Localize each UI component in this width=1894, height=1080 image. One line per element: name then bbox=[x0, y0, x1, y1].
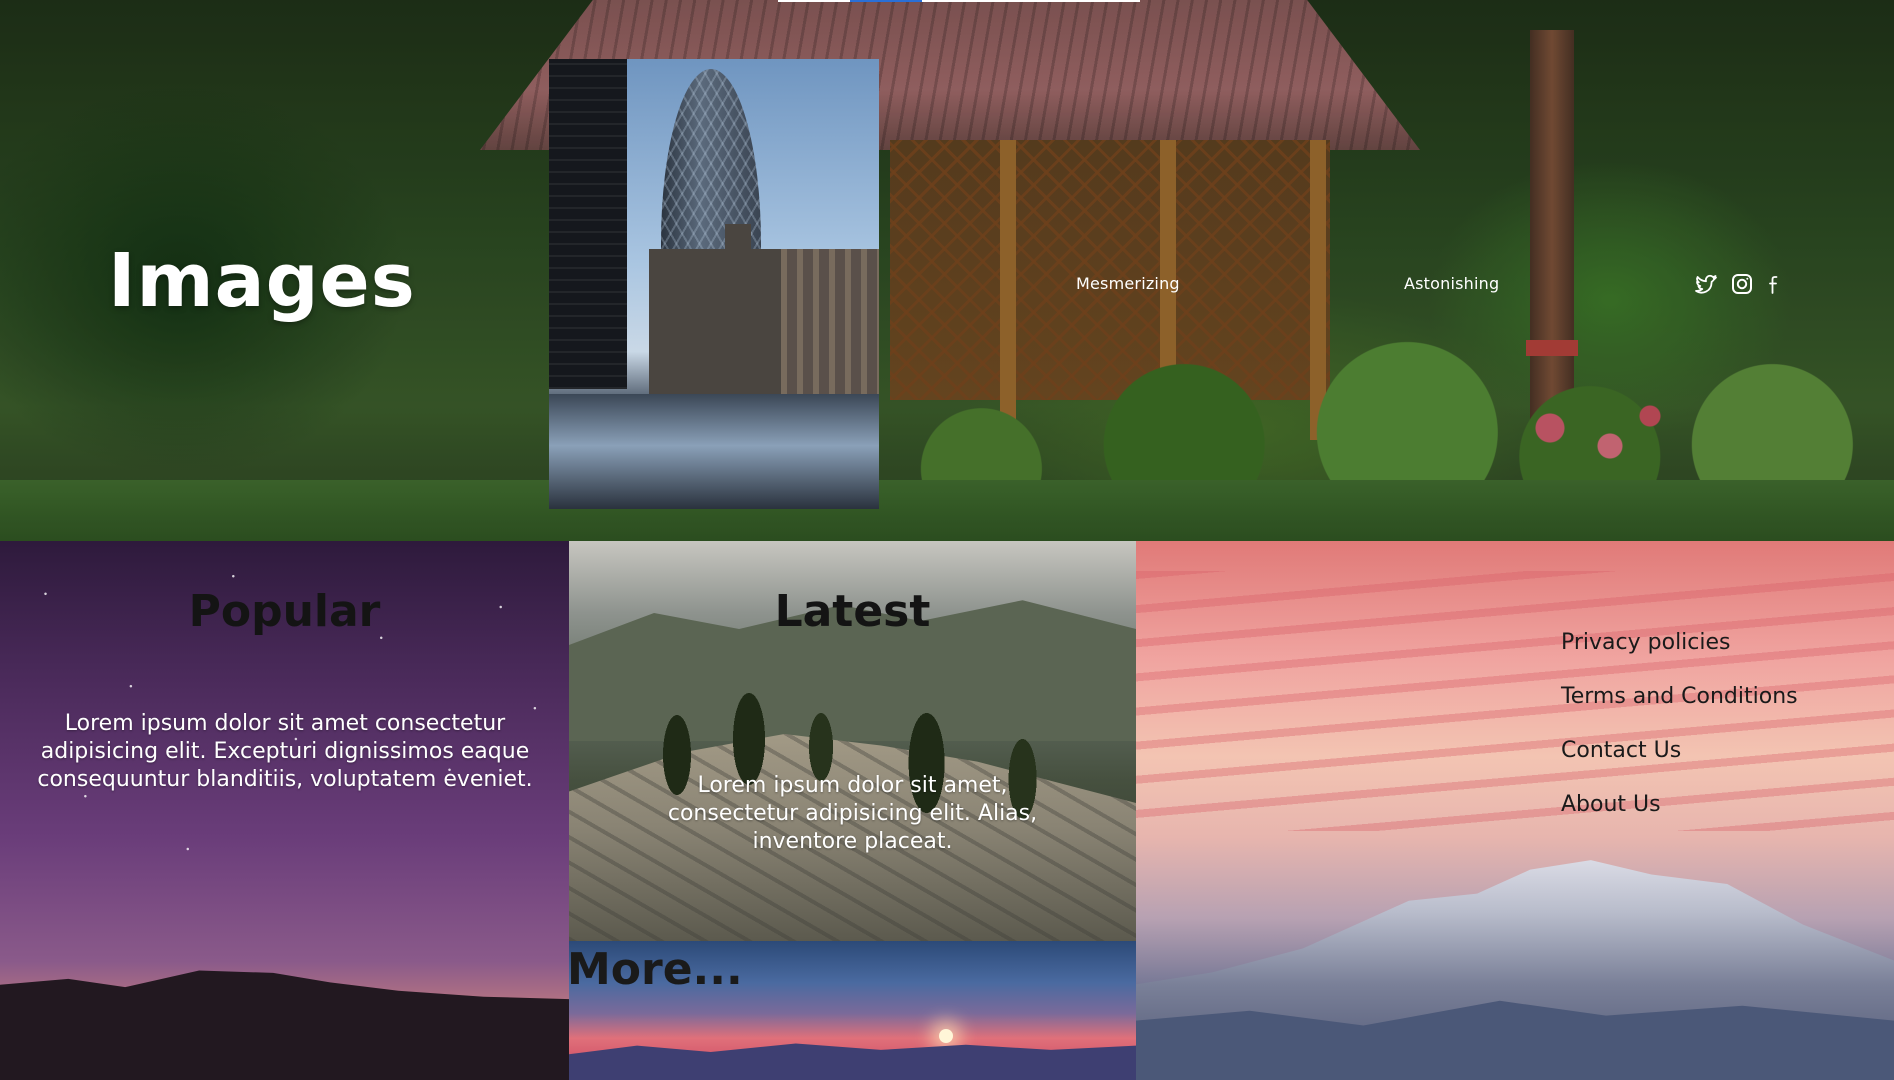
privacy-policies-link[interactable]: Privacy policies bbox=[1561, 630, 1731, 655]
footer-links: Privacy policies Terms and Conditions Co… bbox=[1561, 630, 1798, 846]
slideshow-progress bbox=[778, 0, 1140, 2]
page-title: Images bbox=[108, 238, 416, 324]
contact-us-link[interactable]: Contact Us bbox=[1561, 738, 1681, 763]
twitter-icon[interactable] bbox=[1694, 272, 1718, 296]
terms-and-conditions-link[interactable]: Terms and Conditions bbox=[1561, 684, 1798, 709]
latest-text: Lorem ipsum dolor sit amet, consectetur … bbox=[667, 773, 1038, 854]
footer-link-item: Privacy policies bbox=[1561, 630, 1798, 684]
footer-link-item: Contact Us bbox=[1561, 738, 1798, 792]
footer-link-item: Terms and Conditions bbox=[1561, 684, 1798, 738]
facebook-icon[interactable] bbox=[1762, 272, 1786, 296]
nav-link-mesmerizing[interactable]: Mesmerizing bbox=[1076, 274, 1180, 293]
instagram-icon[interactable] bbox=[1730, 272, 1754, 296]
popular-title: Popular bbox=[188, 586, 381, 637]
more-link[interactable]: More... bbox=[567, 944, 743, 995]
latest-title: Latest bbox=[774, 586, 931, 637]
popular-text: Lorem ipsum dolor sit amet consectetur a… bbox=[37, 711, 533, 792]
nav-link-astonishing[interactable]: Astonishing bbox=[1404, 274, 1499, 293]
about-us-link[interactable]: About Us bbox=[1561, 792, 1661, 817]
slideshow-progress-fill bbox=[850, 0, 923, 2]
footer-link-item: About Us bbox=[1561, 792, 1798, 846]
hero-photo-gherkin bbox=[549, 59, 879, 509]
sunset-sun bbox=[939, 1029, 953, 1043]
